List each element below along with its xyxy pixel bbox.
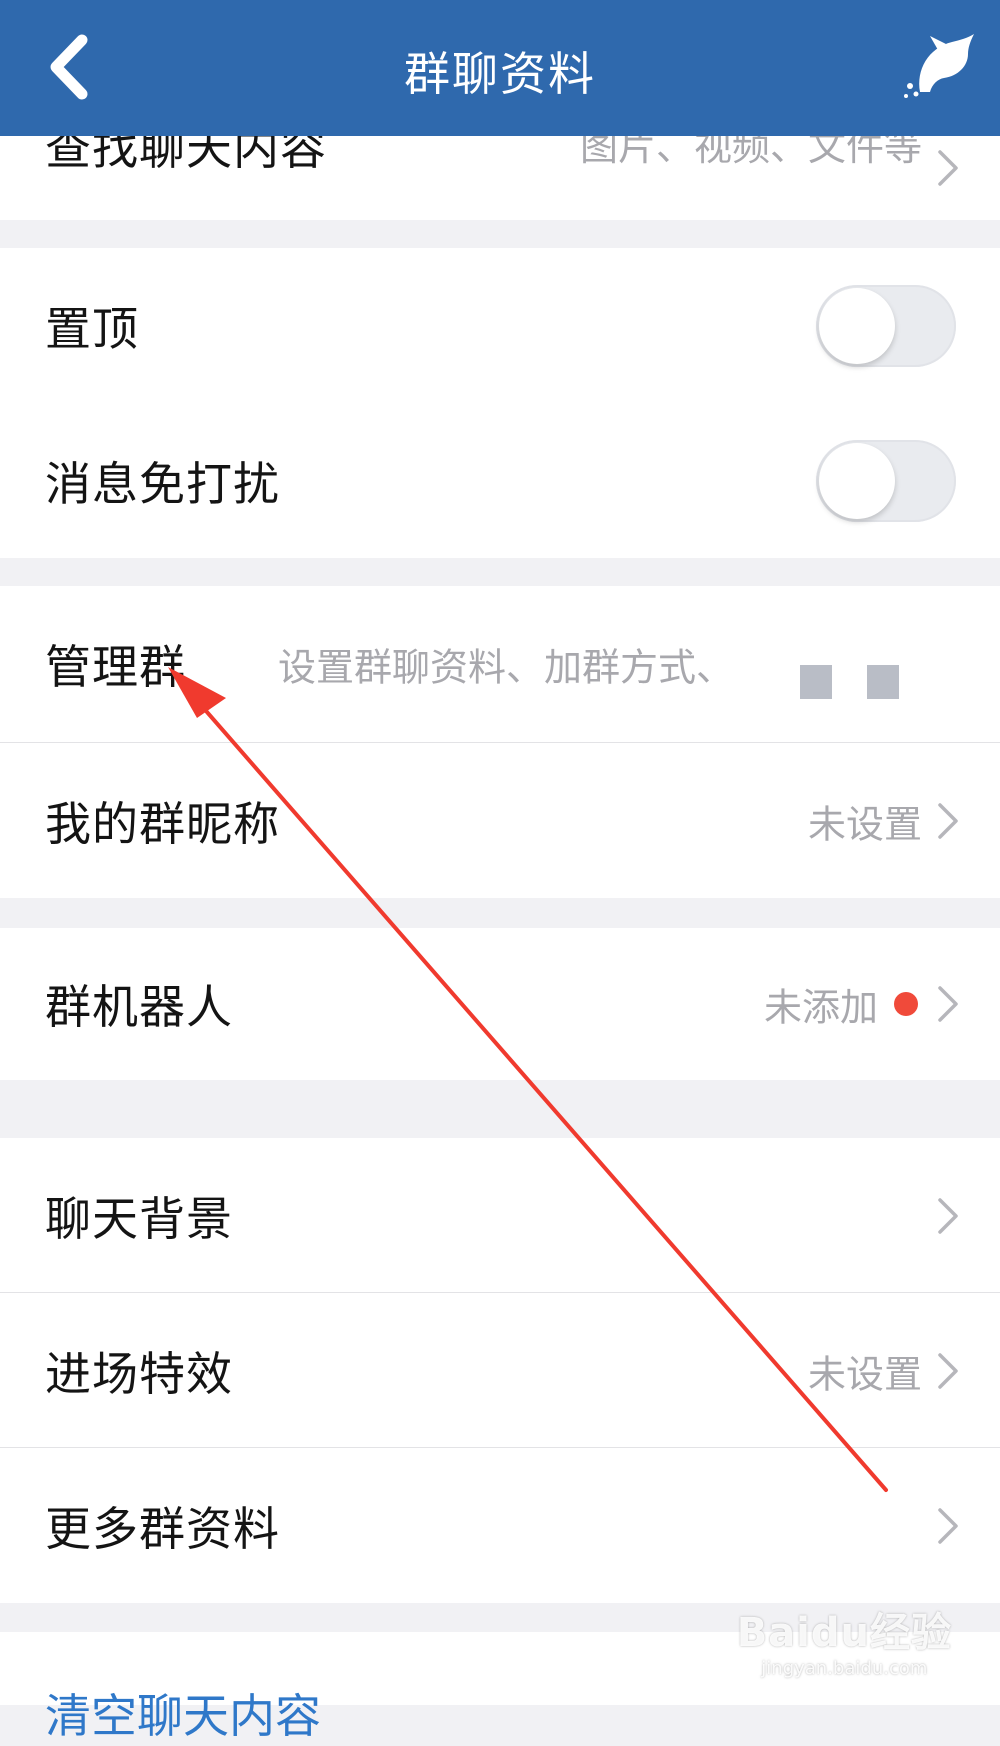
clear-chat-button[interactable]: 清空聊天内容 — [45, 1680, 321, 1746]
manage-section: 管理群 设置群聊资料、加群方式、 我的群昵称 未设置 — [0, 586, 1000, 898]
admin-avatar — [800, 665, 832, 699]
mute-row[interactable]: 消息免打扰 — [0, 403, 1000, 558]
chevron-right-icon — [938, 986, 958, 1022]
robot-label: 群机器人 — [45, 980, 233, 1034]
chevron-right-icon — [938, 802, 958, 839]
new-badge-dot — [894, 992, 918, 1016]
pin-label: 置顶 — [45, 301, 139, 356]
robot-section: 群机器人 未添加 — [0, 928, 1000, 1080]
page-title: 群聊资料 — [404, 47, 596, 101]
chat-background-label: 聊天背景 — [45, 1191, 233, 1246]
mute-toggle[interactable] — [816, 439, 956, 522]
manage-group-description: 设置群聊资料、加群方式、 — [278, 645, 735, 690]
toggles-section: 置顶 消息免打扰 — [0, 248, 1000, 558]
entry-effect-row[interactable]: 进场特效 未设置 — [0, 1293, 1000, 1448]
toggle-knob — [819, 442, 895, 519]
toggle-knob — [819, 287, 895, 364]
nickname-value: 未设置 — [807, 802, 922, 846]
more-info-row[interactable]: 更多群资料 — [0, 1448, 1000, 1603]
chevron-right-icon — [938, 150, 958, 186]
admin-avatar — [867, 665, 899, 699]
pin-row[interactable]: 置顶 — [0, 248, 1000, 403]
nav-header: 群聊资料 — [0, 0, 1000, 136]
settings-section: 聊天背景 进场特效 未设置 更多群资料 — [0, 1138, 1000, 1603]
mute-label: 消息免打扰 — [45, 456, 280, 511]
baidu-watermark: Baidu经验 jingyan.baidu.com — [737, 1600, 952, 1679]
chevron-right-icon — [938, 1352, 958, 1389]
robot-row[interactable]: 群机器人 未添加 — [0, 928, 1000, 1080]
nickname-row[interactable]: 我的群昵称 未设置 — [0, 743, 1000, 898]
manage-group-label: 管理群 — [45, 640, 186, 694]
robot-value: 未添加 — [763, 985, 878, 1030]
chevron-right-icon — [938, 1507, 958, 1544]
chevron-right-icon — [938, 1197, 958, 1234]
watermark-logo: Baidu经验 — [736, 1610, 952, 1656]
pin-toggle[interactable] — [816, 284, 956, 367]
more-info-label: 更多群资料 — [45, 1501, 280, 1556]
nickname-label: 我的群昵称 — [45, 796, 280, 851]
entry-effect-value: 未设置 — [807, 1352, 922, 1396]
dolphin-button[interactable] — [898, 30, 978, 100]
chat-background-row[interactable]: 聊天背景 — [0, 1138, 1000, 1293]
entry-effect-label: 进场特效 — [45, 1346, 233, 1401]
manage-group-row[interactable]: 管理群 设置群聊资料、加群方式、 — [0, 586, 1000, 743]
watermark-url: jingyan.baidu.com — [761, 1658, 928, 1679]
dolphin-icon — [904, 34, 974, 98]
